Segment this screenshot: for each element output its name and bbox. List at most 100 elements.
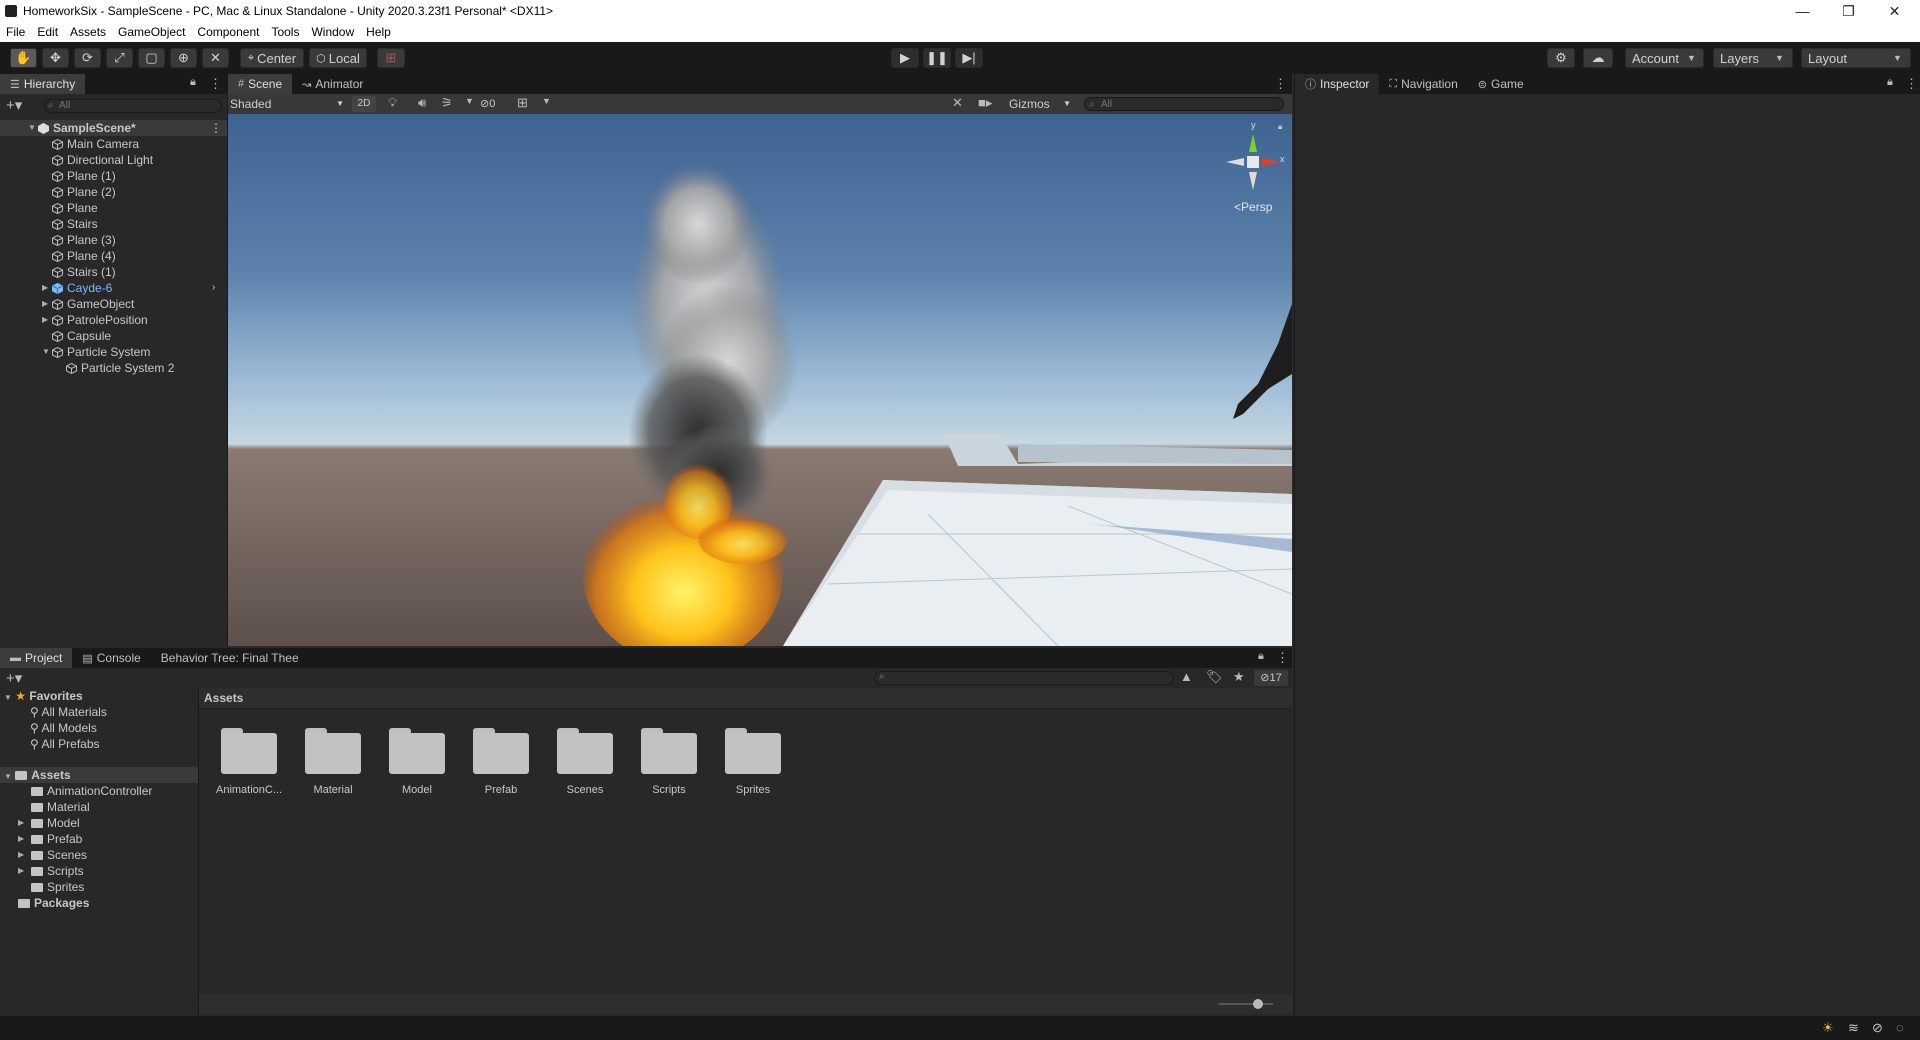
gizmos-dropdown[interactable]: Gizmos ▼ bbox=[1009, 96, 1073, 112]
tab-hierarchy[interactable]: ☰ Hierarchy bbox=[0, 74, 86, 94]
hierarchy-search-input[interactable]: ⌕ All bbox=[44, 99, 222, 113]
tools-icon[interactable]: ✕ bbox=[952, 95, 963, 111]
tab-console[interactable]: ▤ Console bbox=[72, 648, 150, 668]
menu-help[interactable]: Help bbox=[360, 25, 397, 39]
menu-edit[interactable]: Edit bbox=[31, 25, 64, 39]
zoom-slider-track[interactable] bbox=[1219, 1003, 1273, 1005]
custom-tool-button[interactable]: ✕ bbox=[202, 48, 229, 68]
move-tool-button[interactable]: ✥ bbox=[42, 48, 69, 68]
hierarchy-item[interactable]: Plane (2) bbox=[0, 184, 227, 200]
lock-icon[interactable]: 🔒︎ bbox=[1258, 650, 1264, 663]
menu-tools[interactable]: Tools bbox=[265, 25, 305, 39]
menu-component[interactable]: Component bbox=[191, 25, 265, 39]
tab-animator[interactable]: ↝ Animator bbox=[292, 74, 373, 94]
shading-mode-dropdown[interactable]: Shaded ▼ bbox=[230, 96, 348, 112]
collapse-arrow-icon[interactable]: ▶ bbox=[42, 312, 48, 328]
auto-generate-lighting-icon[interactable]: ⊘ bbox=[1872, 1020, 1883, 1036]
orientation-gizmo[interactable]: y x 🔒︎ <Persp bbox=[1218, 120, 1288, 214]
bug-icon[interactable]: ☀ bbox=[1822, 1020, 1834, 1036]
hidden-objects-toggle[interactable]: ⊘0 bbox=[480, 96, 495, 112]
hierarchy-item[interactable]: Particle System 2 bbox=[0, 360, 227, 376]
assets-root-item[interactable]: ▼ Assets bbox=[0, 767, 198, 783]
cloud-button[interactable]: ☁ bbox=[1583, 48, 1613, 68]
transform-tool-button[interactable]: ⊕ bbox=[170, 48, 197, 68]
packages-root-item[interactable]: Packages bbox=[18, 895, 89, 911]
tab-project[interactable]: ▬ Project bbox=[0, 648, 73, 668]
kebab-menu-icon[interactable]: ⋮ bbox=[1276, 650, 1289, 666]
kebab-menu-icon[interactable]: ⋮ bbox=[210, 120, 222, 136]
asset-folder-tile[interactable]: Scripts bbox=[627, 728, 711, 796]
scene-viewport[interactable]: y x 🔒︎ <Persp bbox=[228, 114, 1292, 646]
tab-navigation[interactable]: ⛶ Navigation bbox=[1379, 74, 1467, 94]
menu-file[interactable]: File bbox=[0, 25, 31, 39]
hierarchy-item[interactable]: ▶ PatrolePosition bbox=[0, 312, 227, 328]
cache-icon[interactable]: ≋ bbox=[1848, 1020, 1859, 1036]
hierarchy-item[interactable]: Stairs bbox=[0, 216, 227, 232]
chevron-down-icon[interactable]: ▼ bbox=[465, 96, 474, 106]
hierarchy-item[interactable]: Capsule bbox=[0, 328, 227, 344]
lighting-icon[interactable]: 💡︎ bbox=[388, 95, 397, 111]
favorite-item[interactable]: ⚲ All Materials bbox=[30, 704, 107, 720]
lock-icon[interactable]: 🔒︎ bbox=[1887, 76, 1893, 89]
progress-icon[interactable]: ◌ bbox=[1896, 1020, 1904, 1035]
collapse-arrow-icon[interactable]: ▶ bbox=[42, 296, 48, 312]
asset-folder-tile[interactable]: Scenes bbox=[543, 728, 627, 796]
grid-snap-button[interactable]: ⊞ bbox=[377, 48, 405, 68]
scale-tool-button[interactable]: ⤢ bbox=[106, 48, 133, 68]
rotate-tool-button[interactable]: ⟳ bbox=[74, 48, 101, 68]
asset-folder-tile[interactable]: Model bbox=[375, 728, 459, 796]
prefab-open-arrow-icon[interactable]: › bbox=[212, 280, 215, 296]
tab-inspector[interactable]: ⓘ Inspector bbox=[1295, 74, 1380, 94]
tab-scene[interactable]: # Scene bbox=[228, 74, 293, 94]
rect-tool-button[interactable]: ▢ bbox=[138, 48, 165, 68]
hierarchy-item[interactable]: Directional Light bbox=[0, 152, 227, 168]
pause-button[interactable]: ❚❚ bbox=[923, 48, 951, 68]
asset-folder-tile[interactable]: AnimationC... bbox=[207, 728, 291, 796]
hierarchy-item[interactable]: ▼ Particle System bbox=[0, 344, 227, 360]
asset-folder-tile[interactable]: Prefab bbox=[459, 728, 543, 796]
lock-icon[interactable]: 🔒︎ bbox=[190, 76, 196, 89]
expand-arrow-icon[interactable]: ▼ bbox=[28, 120, 36, 136]
hierarchy-item[interactable]: Stairs (1) bbox=[0, 264, 227, 280]
hierarchy-item[interactable]: Plane bbox=[0, 200, 227, 216]
minimize-button[interactable]: — bbox=[1780, 0, 1825, 22]
tab-game[interactable]: ⊜ Game bbox=[1468, 74, 1534, 94]
collapse-arrow-icon[interactable]: ▶ bbox=[18, 847, 24, 863]
hierarchy-item[interactable]: Plane (1) bbox=[0, 168, 227, 184]
scene-search-input[interactable]: ⌕ All bbox=[1084, 97, 1284, 111]
breadcrumb-assets[interactable]: Assets bbox=[204, 691, 243, 705]
favorite-star-icon[interactable]: ★ bbox=[1233, 669, 1245, 685]
audio-icon[interactable]: 🔊︎ bbox=[418, 95, 426, 111]
project-search-input[interactable]: ⌕ bbox=[874, 671, 1174, 685]
hierarchy-item[interactable]: Plane (4) bbox=[0, 248, 227, 264]
hierarchy-item[interactable]: Plane (3) bbox=[0, 232, 227, 248]
search-by-label-icon[interactable]: 🏷︎ bbox=[1206, 669, 1223, 685]
hierarchy-item[interactable]: Main Camera bbox=[0, 136, 227, 152]
favorite-item[interactable]: ⚲ All Models bbox=[30, 720, 97, 736]
kebab-menu-icon[interactable]: ⋮ bbox=[209, 76, 222, 92]
layout-dropdown[interactable]: Layout ▼ bbox=[1801, 48, 1911, 68]
favorite-item[interactable]: ⚲ All Prefabs bbox=[30, 736, 100, 752]
effects-icon[interactable]: ⚞ bbox=[441, 95, 453, 111]
asset-folder-tile[interactable]: Sprites bbox=[711, 728, 795, 796]
step-button[interactable]: ▶| bbox=[955, 48, 983, 68]
collapse-arrow-icon[interactable]: ▶ bbox=[18, 863, 24, 879]
camera-icon[interactable]: ■▸ bbox=[978, 95, 992, 111]
hierarchy-item[interactable]: ▶ GameObject bbox=[0, 296, 227, 312]
collapse-arrow-icon[interactable]: ▶ bbox=[42, 280, 48, 296]
hierarchy-item[interactable]: ▶ Cayde-6 › bbox=[0, 280, 227, 296]
hand-tool-button[interactable]: ✋ bbox=[10, 48, 37, 68]
projection-toggle[interactable]: <Persp bbox=[1234, 200, 1272, 214]
maximize-button[interactable]: ❐ bbox=[1826, 0, 1871, 22]
search-by-type-icon[interactable]: ▲ bbox=[1180, 669, 1193, 684]
asset-folder-tile[interactable]: Material bbox=[291, 728, 375, 796]
create-asset-button[interactable]: +▾ bbox=[6, 669, 22, 687]
collab-button[interactable]: ⚙ bbox=[1547, 48, 1575, 68]
favorites-header[interactable]: ▼ ★ Favorites bbox=[4, 688, 83, 704]
add-object-button[interactable]: +▾ bbox=[6, 96, 22, 114]
zoom-slider-thumb[interactable] bbox=[1252, 999, 1263, 1009]
close-button[interactable]: ✕ bbox=[1872, 0, 1917, 22]
kebab-menu-icon[interactable]: ⋮ bbox=[1274, 76, 1287, 92]
tab-behavior-tree[interactable]: Behavior Tree: Final Thee bbox=[151, 648, 309, 668]
expand-arrow-icon[interactable]: ▼ bbox=[42, 344, 50, 360]
